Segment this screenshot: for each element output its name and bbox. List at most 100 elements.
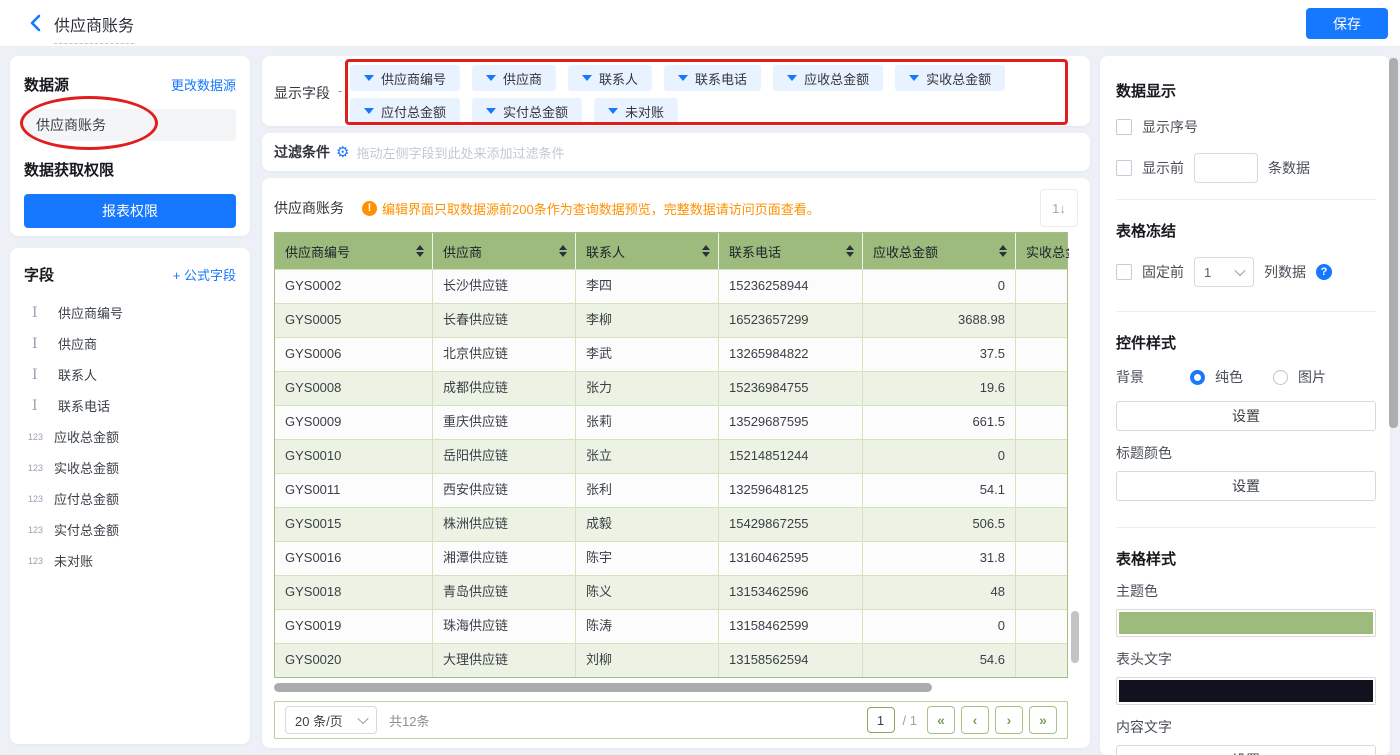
gear-icon[interactable]: ⚙ xyxy=(336,143,349,161)
field-item-label: 未对账 xyxy=(54,554,94,569)
help-icon[interactable]: ? xyxy=(1316,264,1332,280)
table-cell: 15214851244 xyxy=(719,440,863,473)
display-field-chip[interactable]: 应付总金额 xyxy=(350,98,461,124)
field-item[interactable]: 123 应付总金额 xyxy=(24,483,236,514)
column-header[interactable]: 应收总金额 xyxy=(863,233,1016,269)
filter-label: 过滤条件 xyxy=(274,144,330,160)
show-index-label: 显示序号 xyxy=(1142,119,1198,135)
radio-image[interactable] xyxy=(1273,369,1288,385)
page-size-select[interactable]: 20 条/页 xyxy=(285,706,377,734)
table-body: GYS0002 长沙供应链 李四 15236258944 0 GYS0005 长春供应链 李柳… xyxy=(275,269,1067,677)
display-field-chip[interactable]: 应收总金额 xyxy=(773,65,884,91)
table-cell: GYS0009 xyxy=(275,406,433,439)
table-row: GYS0010 岳阳供应链 张立 15214851244 0 xyxy=(275,439,1067,473)
field-item[interactable]: I 联系人 xyxy=(24,359,236,390)
field-item[interactable]: 123 实付总金额 xyxy=(24,514,236,545)
column-header[interactable]: 联系电话 xyxy=(719,233,863,269)
chip-label: 应收总金额 xyxy=(804,71,870,87)
freeze-count-select[interactable]: 1 xyxy=(1194,257,1254,287)
title-color-set-button[interactable]: 设置 xyxy=(1116,471,1376,501)
display-field-chip[interactable]: 联系人 xyxy=(568,65,653,91)
panel-vertical-scrollbar[interactable] xyxy=(1389,58,1398,428)
table-cell: 张立 xyxy=(576,440,719,473)
chip-label: 供应商 xyxy=(503,71,543,87)
prev-page-button[interactable]: ‹ xyxy=(961,706,989,734)
table-cell: 张力 xyxy=(576,372,719,405)
report-permission-button[interactable]: 报表权限 xyxy=(24,194,236,228)
display-fields-label: 显示字段 xyxy=(274,85,330,101)
header-text-color-swatch[interactable] xyxy=(1116,677,1376,705)
text-field-icon: I xyxy=(32,397,38,414)
display-field-chip[interactable]: 未对账 xyxy=(594,98,679,124)
table-cell: 李柳 xyxy=(576,304,719,337)
freeze-checkbox[interactable] xyxy=(1116,264,1132,280)
datasource-section-title: 数据源 xyxy=(24,77,70,94)
table-row: GYS0009 重庆供应链 张莉 13529687595 661.5 xyxy=(275,405,1067,439)
table-cell: 青岛供应链 xyxy=(433,576,576,609)
display-fields-card: 显示字段 - 供应商编号 供应商 联系人 联系电话 应收总金额 实收总金额 应付总金额 实付总… xyxy=(262,56,1090,126)
table-cell: 13158562594 xyxy=(719,644,863,677)
table-cell: 15236258944 xyxy=(719,270,863,303)
table-cell: 13265984822 xyxy=(719,338,863,371)
filter-card[interactable]: 过滤条件 ⚙ 拖动左侧字段到此处来添加过滤条件 xyxy=(262,133,1090,171)
table-vertical-scrollbar[interactable] xyxy=(1071,611,1079,663)
back-icon[interactable] xyxy=(26,13,46,33)
table-cell: 15236984755 xyxy=(719,372,863,405)
permission-section-title: 数据获取权限 xyxy=(24,162,115,179)
display-field-chip[interactable]: 实付总金额 xyxy=(472,98,583,124)
display-field-chip[interactable]: 实收总金额 xyxy=(895,65,1006,91)
field-item[interactable]: 123 应收总金额 xyxy=(24,421,236,452)
background-set-button[interactable]: 设置 xyxy=(1116,401,1376,431)
table-cell xyxy=(1016,304,1069,337)
page-number-input[interactable] xyxy=(866,707,895,733)
column-header[interactable]: 供应商 xyxy=(433,233,576,269)
table-cell: 0 xyxy=(863,270,1016,303)
field-item[interactable]: I 联系电话 xyxy=(24,390,236,421)
column-header[interactable]: 供应商编号 xyxy=(275,233,433,269)
change-datasource-link[interactable]: 更改数据源 xyxy=(171,75,236,94)
chevron-down-icon xyxy=(608,108,619,114)
chevron-down-icon xyxy=(486,75,497,81)
column-header-label: 供应商 xyxy=(443,244,483,260)
table-cell: 13153462596 xyxy=(719,576,863,609)
number-field-icon: 123 xyxy=(28,524,44,535)
settings-panel: 数据显示 显示序号 显示前 条数据 表格冻结 固定前 1 列数据 ? 控件样式 … xyxy=(1100,56,1390,755)
column-header[interactable]: 联系人 xyxy=(576,233,719,269)
display-field-chip[interactable]: 供应商编号 xyxy=(350,65,461,91)
table-cell: 13160462595 xyxy=(719,542,863,575)
radio-solid-color[interactable] xyxy=(1190,369,1205,385)
save-button[interactable]: 保存 xyxy=(1306,8,1388,39)
freeze-title: 表格冻结 xyxy=(1116,223,1177,240)
table-cell: 株洲供应链 xyxy=(433,508,576,541)
top-count-input[interactable] xyxy=(1194,153,1258,183)
next-page-button[interactable]: › xyxy=(995,706,1023,734)
sort-arrows-icon xyxy=(999,245,1007,257)
field-item[interactable]: I 供应商编号 xyxy=(24,297,236,328)
table-cell: 岳阳供应链 xyxy=(433,440,576,473)
pagination-nav: «‹ ›» xyxy=(927,706,1057,734)
field-item[interactable]: 123 未对账 xyxy=(24,545,236,576)
theme-color-swatch[interactable] xyxy=(1116,609,1376,637)
display-field-chip[interactable]: 供应商 xyxy=(472,65,557,91)
show-index-checkbox[interactable] xyxy=(1116,119,1132,135)
sort-config-button[interactable]: 1↓ xyxy=(1040,189,1078,227)
content-text-set-button[interactable]: 设置 xyxy=(1116,745,1376,755)
field-item[interactable]: 123 实收总金额 xyxy=(24,452,236,483)
chip-label: 实付总金额 xyxy=(503,104,569,120)
add-formula-field-link[interactable]: + 公式字段 xyxy=(173,265,236,284)
chevron-down-icon xyxy=(678,75,689,81)
preview-warning-text: 编辑界面只取数据源前200条作为查询数据预览，完整数据请访问页面查看。 xyxy=(382,201,820,217)
last-page-button[interactable]: » xyxy=(1029,706,1057,734)
field-item[interactable]: I 供应商 xyxy=(24,328,236,359)
table-header-row: 供应商编号 供应商 联系人 联系电话 应收总金额 实收总金额 xyxy=(275,233,1069,269)
show-top-checkbox[interactable] xyxy=(1116,160,1132,176)
first-page-button[interactable]: « xyxy=(927,706,955,734)
chevron-down-icon xyxy=(1234,264,1246,277)
divider xyxy=(1116,527,1376,528)
theme-color-label: 主题色 xyxy=(1116,583,1158,599)
display-field-chip[interactable]: 联系电话 xyxy=(664,65,762,91)
table-cell: 刘柳 xyxy=(576,644,719,677)
number-field-icon: 123 xyxy=(28,493,44,504)
table-horizontal-scrollbar[interactable] xyxy=(274,683,932,692)
column-header[interactable]: 实收总金额 xyxy=(1016,233,1069,269)
